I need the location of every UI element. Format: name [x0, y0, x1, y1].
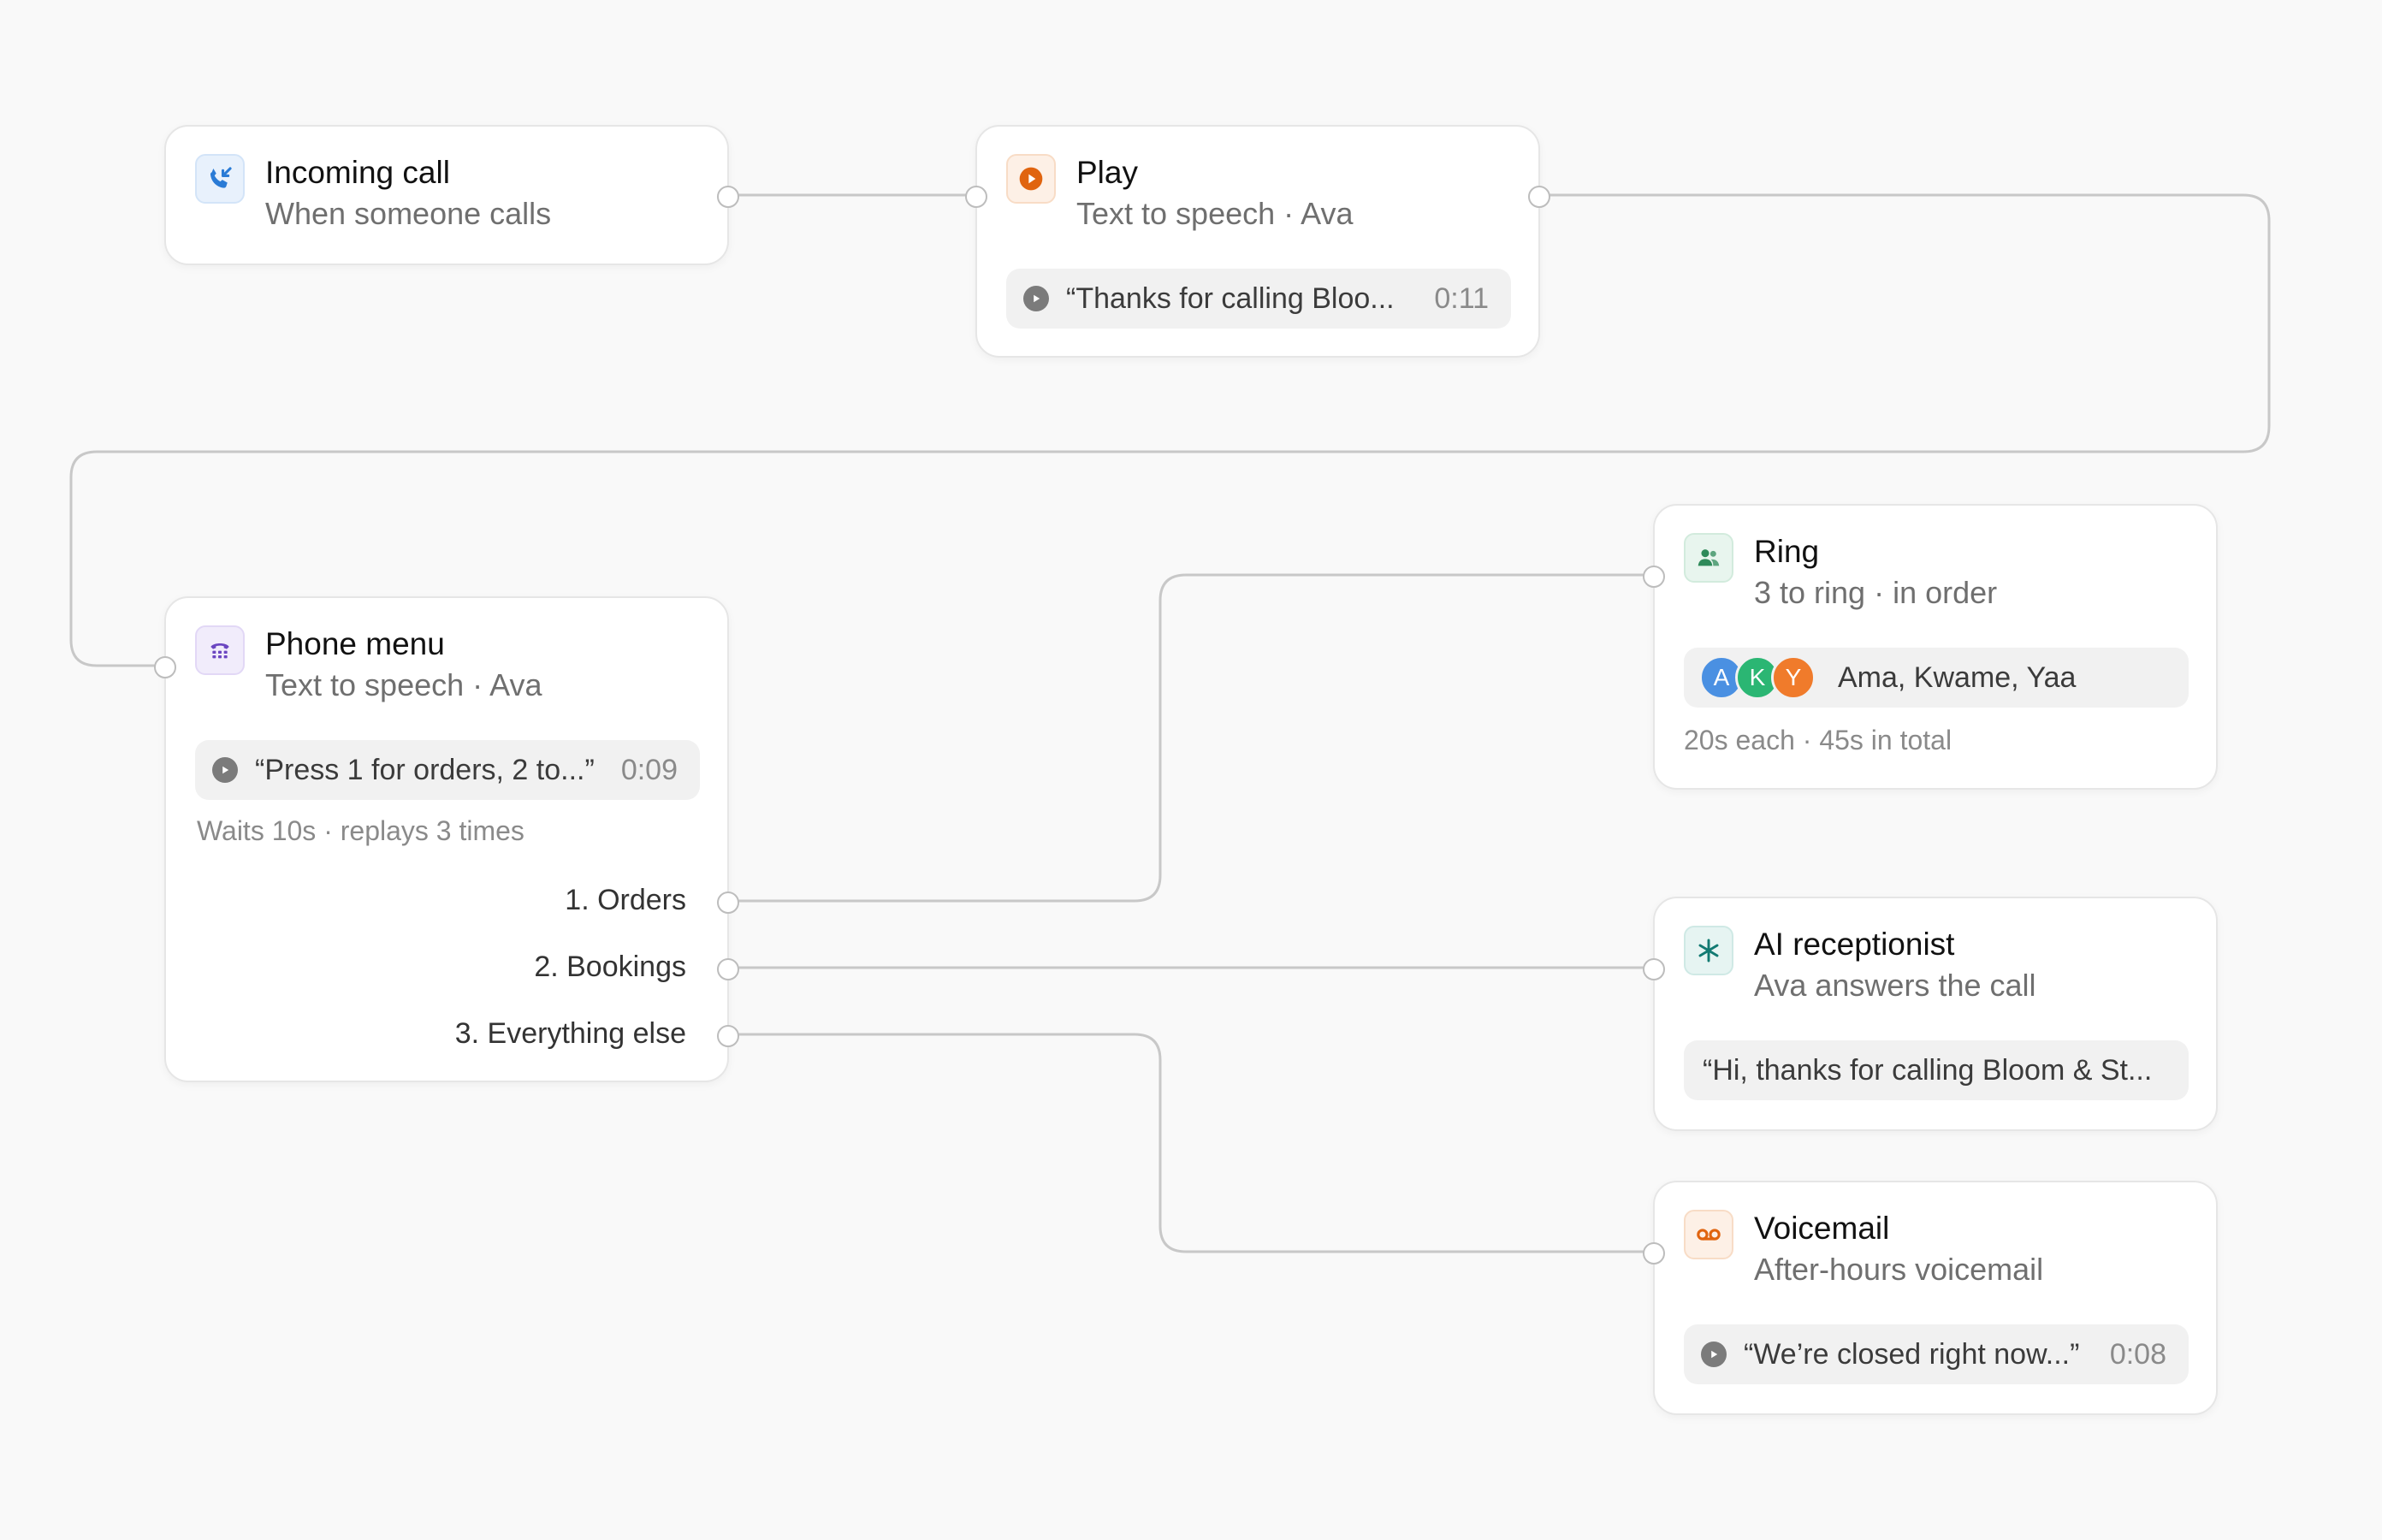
output-port[interactable]: [1528, 186, 1550, 208]
node-subtitle: Text to speech · Ava: [265, 667, 542, 702]
input-port[interactable]: [965, 186, 987, 208]
node-title: AI receptionist: [1754, 927, 1955, 962]
ring-people-names: Ama, Kwame, Yaa: [1838, 660, 2077, 694]
voicemail-icon: [1684, 1210, 1733, 1259]
node-incoming-call[interactable]: Incoming call When someone calls: [164, 125, 739, 265]
clip-text: “Thanks for calling Bloo...: [1066, 281, 1395, 315]
incoming-call-icon: [195, 154, 245, 204]
greeting-chip[interactable]: “Hi, thanks for calling Bloom & St...: [1684, 1040, 2189, 1100]
avatar: Y: [1771, 655, 1816, 700]
greeting-text: “Hi, thanks for calling Bloom & St...: [1703, 1053, 2153, 1087]
clip-duration: 0:11: [1434, 281, 1489, 315]
menu-option-orders[interactable]: 1. Orders: [565, 884, 686, 917]
audio-clip[interactable]: “We’re closed right now...” 0:08: [1684, 1324, 2189, 1384]
wire-orders-to-ring[interactable]: [729, 573, 1653, 903]
avatar-stack: A K Y: [1699, 655, 1816, 700]
node-title: Incoming call: [265, 155, 450, 190]
people-icon: [1684, 533, 1733, 583]
play-icon[interactable]: [1023, 286, 1049, 311]
node-title: Play: [1076, 155, 1138, 190]
node-subtitle: Text to speech · Ava: [1076, 196, 1354, 231]
output-port-bookings[interactable]: [717, 958, 739, 980]
play-icon[interactable]: [1701, 1342, 1727, 1367]
menu-option-bookings[interactable]: 2. Bookings: [534, 951, 686, 984]
play-icon[interactable]: [212, 757, 238, 783]
node-title: Ring: [1754, 534, 1820, 569]
input-port[interactable]: [1643, 958, 1665, 980]
ring-people-chip[interactable]: A K Y Ama, Kwame, Yaa: [1684, 648, 2189, 708]
node-ai-receptionist[interactable]: AI receptionist Ava answers the call “Hi…: [1643, 897, 2218, 1131]
output-port-everything-else[interactable]: [717, 1025, 739, 1047]
play-icon: [1006, 154, 1056, 204]
node-subtitle: After-hours voicemail: [1754, 1252, 2044, 1287]
output-port-orders[interactable]: [717, 891, 739, 914]
node-ring[interactable]: Ring 3 to ring · in order A K Y Ama, Kwa…: [1643, 504, 2218, 790]
ring-timing-note: 20s each · 45s in total: [1684, 725, 1952, 755]
node-subtitle: Ava answers the call: [1754, 968, 2036, 1003]
output-port[interactable]: [717, 186, 739, 208]
flow-canvas[interactable]: Incoming call When someone calls Play Te…: [0, 0, 2382, 1540]
menu-wait-note: Waits 10s · replays 3 times: [197, 815, 524, 846]
audio-clip[interactable]: “Thanks for calling Bloo... 0:11: [1006, 269, 1511, 329]
node-title: Phone menu: [265, 626, 445, 661]
clip-text: “Press 1 for orders, 2 to...”: [255, 753, 595, 786]
input-port[interactable]: [154, 656, 176, 678]
input-port[interactable]: [1643, 1242, 1665, 1265]
node-voicemail[interactable]: Voicemail After-hours voicemail “We’re c…: [1643, 1181, 2218, 1415]
clip-duration: 0:08: [2109, 1337, 2166, 1371]
clip-text: “We’re closed right now...”: [1744, 1337, 2080, 1371]
node-phone-menu[interactable]: Phone menu Text to speech · Ava “Press 1…: [154, 596, 739, 1082]
sparkle-icon: [1684, 926, 1733, 975]
node-subtitle: 3 to ring · in order: [1754, 575, 1998, 610]
input-port[interactable]: [1643, 566, 1665, 588]
audio-clip[interactable]: “Press 1 for orders, 2 to...” 0:09: [195, 740, 700, 800]
dialpad-icon: [195, 625, 245, 675]
clip-duration: 0:09: [620, 753, 678, 786]
node-play[interactable]: Play Text to speech · Ava “Thanks for ca…: [965, 125, 1550, 358]
menu-option-everything-else[interactable]: 3. Everything else: [455, 1017, 686, 1051]
node-title: Voicemail: [1754, 1211, 1890, 1246]
wire-else-to-voicemail[interactable]: [729, 1033, 1653, 1253]
node-subtitle: When someone calls: [265, 196, 552, 231]
